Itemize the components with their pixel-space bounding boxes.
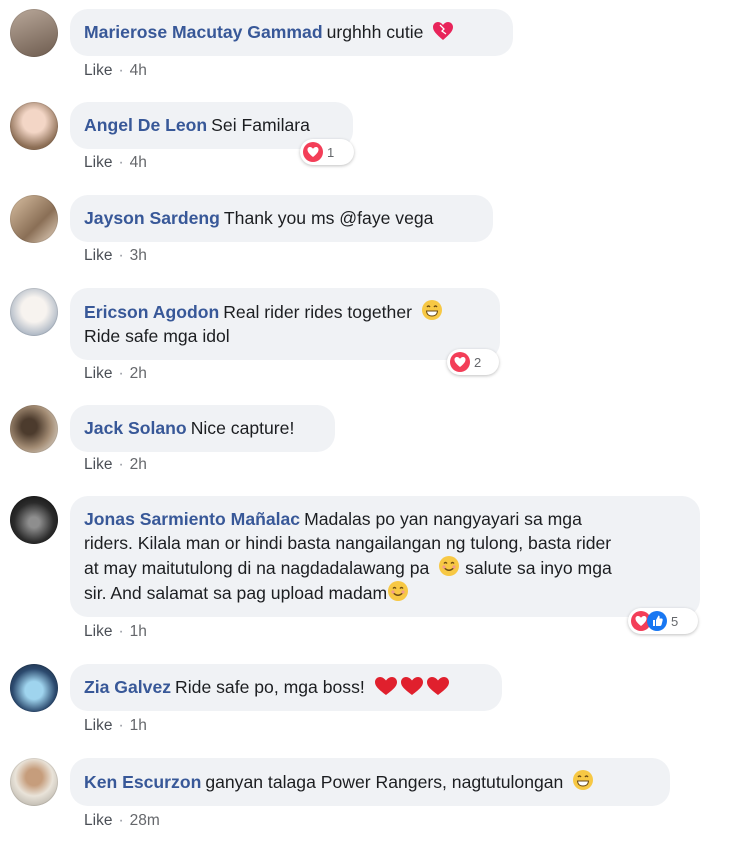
comment-meta: Like · 2h	[84, 456, 147, 473]
comment-author[interactable]: Ericson Agodon	[84, 302, 219, 322]
comment-time[interactable]: 3h	[130, 247, 147, 264]
smile-emoji-icon	[439, 556, 460, 576]
comment-time[interactable]: 28m	[130, 812, 160, 829]
comment-author[interactable]: Jack Solano	[84, 418, 187, 438]
comment-text: Nice capture!	[190, 418, 295, 438]
comment-time[interactable]: 1h	[130, 623, 147, 640]
comment-text-line2: riders. Kilala man or hindi basta nangai…	[84, 533, 612, 553]
comment-meta: Like · 4h	[84, 62, 147, 79]
comment-bubble: Jonas Sarmiento Mañalac Madalas po yan na…	[70, 496, 700, 617]
reaction-summary[interactable]: 5	[628, 608, 698, 634]
comment-bubble: Jack Solano Nice capture!	[70, 405, 335, 452]
heart-emoji-icon	[433, 22, 454, 40]
reaction-count: 5	[671, 613, 679, 629]
like-reaction-icon	[647, 611, 667, 631]
comment-bubble: Ken Escurzon ganyan talaga Power Rangers,…	[70, 758, 670, 806]
reaction-count: 2	[474, 354, 482, 370]
comment-author[interactable]: Jonas Sarmiento Mañalac	[84, 509, 300, 529]
comment-text-line3: at may maitutulong di na nagdadalawang p…	[84, 558, 430, 578]
comment-bubble: Jayson Sardeng Thank you ms @faye vega	[70, 195, 493, 242]
comment-meta: Like · 1h	[84, 717, 147, 734]
comment-bubble: Zia Galvez Ride safe po, mga boss!	[70, 664, 502, 711]
comment-text: Sei Familara	[211, 115, 310, 135]
grin-emoji-icon	[573, 770, 594, 790]
comment-text: Thank you ms @faye vega	[223, 208, 434, 228]
like-link[interactable]: Like	[84, 717, 112, 734]
avatar[interactable]	[10, 496, 58, 544]
comment-text-line1: Madalas po yan nangyayari sa mga	[304, 509, 582, 529]
like-link[interactable]: Like	[84, 154, 112, 171]
comment-time[interactable]: 2h	[130, 456, 147, 473]
like-link[interactable]: Like	[84, 62, 112, 79]
comment-bubble: Ericson Agodon Real rider rides together …	[70, 288, 500, 360]
like-link[interactable]: Like	[84, 812, 112, 829]
comment-meta: Like · 4h	[84, 154, 147, 171]
comment-meta: Like · 2h	[84, 365, 147, 382]
reaction-summary[interactable]: 1	[300, 139, 354, 165]
heart-emoji-icon	[374, 677, 449, 695]
avatar[interactable]	[10, 288, 58, 336]
comment-time[interactable]: 4h	[130, 62, 147, 79]
avatar[interactable]	[10, 9, 58, 57]
comment-meta: Like · 1h	[84, 623, 147, 640]
comment-text: Ride safe po, mga boss!	[175, 677, 365, 697]
comment-text: Real rider rides together	[223, 302, 412, 322]
like-link[interactable]: Like	[84, 456, 112, 473]
avatar[interactable]	[10, 758, 58, 806]
avatar[interactable]	[10, 405, 58, 453]
comment-text: ganyan talaga Power Rangers, nagtutulong…	[205, 772, 564, 792]
comment-author[interactable]: Angel De Leon	[84, 115, 207, 135]
comment-author[interactable]: Ken Escurzon	[84, 772, 201, 792]
comment-author[interactable]: Jayson Sardeng	[84, 208, 220, 228]
smile-emoji-icon	[388, 581, 409, 601]
reaction-count: 1	[327, 144, 335, 160]
like-link[interactable]: Like	[84, 623, 112, 640]
like-link[interactable]: Like	[84, 365, 112, 382]
comment-text-line4: sir. And salamat sa pag upload madam	[84, 583, 388, 603]
comment-meta: Like · 28m	[84, 812, 160, 829]
comment-time[interactable]: 4h	[130, 154, 147, 171]
love-reaction-icon	[450, 352, 470, 372]
grin-emoji-icon	[421, 300, 442, 320]
comment-bubble: Marierose Macutay Gammad urghhh cutie	[70, 9, 513, 56]
comment-text-line2: Ride safe mga idol	[84, 326, 230, 346]
comment-time[interactable]: 1h	[130, 717, 147, 734]
comment-time[interactable]: 2h	[130, 365, 147, 382]
avatar[interactable]	[10, 664, 58, 712]
comment-author[interactable]: Marierose Macutay Gammad	[84, 22, 323, 42]
comment-text-line3b: salute sa inyo mga	[465, 558, 612, 578]
comment-text: urghhh cutie	[326, 22, 424, 42]
avatar[interactable]	[10, 195, 58, 243]
avatar[interactable]	[10, 102, 58, 150]
comment-author[interactable]: Zia Galvez	[84, 677, 171, 697]
comment-meta: Like · 3h	[84, 247, 147, 264]
like-link[interactable]: Like	[84, 247, 112, 264]
love-reaction-icon	[303, 142, 323, 162]
reaction-summary[interactable]: 2	[447, 349, 499, 375]
